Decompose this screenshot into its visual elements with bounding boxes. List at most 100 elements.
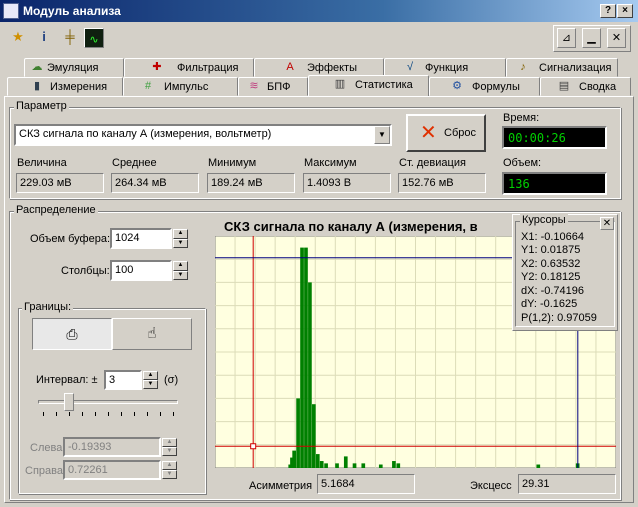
close-icon: ✕	[602, 218, 612, 229]
tab-impulse[interactable]: # Импульс	[123, 77, 238, 96]
histogram-bar	[292, 450, 296, 468]
tab-summary[interactable]: ▤ Сводка	[540, 77, 631, 96]
spin-up-icon[interactable]: ▲	[162, 438, 177, 447]
close-button[interactable]: ×	[617, 4, 633, 18]
close-icon: ✕	[611, 32, 622, 44]
time-label: Время:	[503, 112, 540, 124]
stat-value-max: 1.4093 В	[303, 173, 391, 193]
toolbar-info-button[interactable]: i	[33, 27, 55, 49]
asymmetry-value: 5.1684	[317, 474, 415, 494]
tab-signaling[interactable]: ♪ Сигнализация	[506, 58, 618, 77]
interval-slider-track[interactable]	[38, 400, 178, 404]
histogram-bar	[378, 464, 383, 468]
parameter-select[interactable]: СКЗ сигнала по каналу А (измерения, воль…	[14, 124, 392, 146]
tab-formulas[interactable]: ⚙ Формулы	[429, 77, 540, 96]
tab-fft[interactable]: ≋ БПФ	[238, 77, 308, 96]
stat-value-value: 229.03 мВ	[16, 173, 104, 193]
app-icon	[3, 3, 19, 19]
close-panel-button[interactable]: ✕	[607, 28, 626, 48]
measure-icon: ▮	[33, 80, 41, 92]
spin-up-icon[interactable]: ▲	[173, 229, 188, 239]
bounds-manual-button[interactable]: ☝	[112, 318, 192, 350]
info-icon: i	[42, 29, 46, 44]
histogram-bar	[352, 463, 357, 468]
spin-up-icon[interactable]: ▲	[143, 371, 158, 380]
columns-label: Столбцы:	[61, 265, 110, 277]
slider-tick	[43, 412, 44, 416]
window-title: Модуль анализа	[23, 4, 121, 18]
cursors-title: Курсоры	[520, 214, 568, 226]
slider-tick	[160, 412, 161, 416]
buffer-label: Объем буфера:	[30, 233, 110, 245]
interval-label: Интервал: ±	[36, 374, 98, 386]
cursor-x1: X1: -0.10664	[521, 231, 584, 243]
buffer-spinner[interactable]: ▲ ▼	[172, 229, 188, 248]
spin-up-icon[interactable]: ▲	[162, 461, 177, 470]
hand-icon: ☝	[147, 325, 157, 342]
toolbar-cursor-button[interactable]: ╪	[59, 27, 81, 49]
columns-input[interactable]: 100	[110, 260, 172, 281]
bounds-auto-button[interactable]: ⎙	[32, 318, 112, 350]
histogram-bar	[300, 247, 304, 468]
help-button[interactable]: ?	[600, 4, 616, 18]
left-bound-input[interactable]: -0.19393	[63, 437, 161, 457]
title-bar[interactable]: Модуль анализа ? ×	[0, 0, 638, 22]
excess-label: Эксцесс	[470, 480, 512, 492]
interval-slider-thumb[interactable]	[64, 393, 74, 411]
function-icon: √	[406, 61, 414, 73]
slider-ticks	[38, 412, 178, 416]
minimize-icon: ▁	[587, 32, 596, 44]
volume-label: Объем:	[503, 157, 542, 169]
stat-label-stddev: Ст. девиация	[399, 157, 466, 169]
toolbar-scope-button[interactable]: ∿	[84, 28, 104, 48]
spin-down-icon[interactable]: ▼	[173, 238, 188, 248]
cursors-panel[interactable]: Курсоры ✕ X1: -0.10664 Y1: 0.01875 X2: 0…	[512, 214, 618, 331]
time-display: 00:00:26	[502, 126, 607, 149]
slider-tick	[82, 412, 83, 416]
chevron-down-icon: ▼	[378, 130, 386, 139]
slider-tick	[147, 412, 148, 416]
toolbar-star-button[interactable]: ★	[7, 27, 29, 49]
histogram-bar	[296, 398, 300, 468]
slider-tick	[95, 412, 96, 416]
dock-button[interactable]: ⊿	[557, 28, 576, 48]
histogram-bar	[304, 247, 308, 468]
right-bound-spinner[interactable]: ▲ ▼	[161, 461, 177, 479]
cursor-y1: Y1: 0.01875	[521, 244, 581, 256]
interval-input[interactable]: 3	[104, 370, 142, 390]
right-bound-input[interactable]: 0.72261	[63, 460, 161, 480]
asymmetry-label: Асимметрия	[249, 480, 313, 492]
columns-spinner[interactable]: ▲ ▼	[172, 261, 188, 280]
stat-label-mean: Среднее	[112, 157, 157, 169]
bounds-group-title: Границы:	[22, 301, 74, 313]
interval-spinner[interactable]: ▲ ▼	[142, 371, 158, 389]
slider-tick	[108, 412, 109, 416]
histogram-bar	[361, 463, 366, 468]
spin-down-icon[interactable]: ▼	[162, 447, 177, 456]
chart-title: СКЗ сигнала по каналу А (измерения, в	[224, 219, 478, 234]
spin-down-icon[interactable]: ▼	[143, 380, 158, 389]
stat-value-stddev: 152.76 мВ	[398, 173, 486, 193]
tab-filtering[interactable]: ✚ Фильтрация	[124, 58, 254, 77]
buffer-input[interactable]: 1024	[110, 228, 172, 249]
slider-tick	[173, 412, 174, 416]
slider-tick	[69, 412, 70, 416]
minimize-button[interactable]: ▁	[582, 28, 601, 48]
spin-up-icon[interactable]: ▲	[173, 261, 188, 271]
tab-emulation[interactable]: ☁ Эмуляция	[24, 58, 124, 77]
tab-statistics[interactable]: ▥ Статистика	[308, 75, 429, 96]
distribution-group-title: Распределение	[14, 204, 98, 216]
filter-icon: ✚	[152, 61, 162, 73]
cursors-close-button[interactable]: ✕	[600, 217, 614, 230]
reset-button[interactable]: ✕ Сброс	[406, 114, 486, 152]
histogram-bar	[315, 454, 320, 468]
tab-measurements[interactable]: ▮ Измерения	[7, 77, 123, 96]
spin-down-icon[interactable]: ▼	[162, 470, 177, 479]
sigma-label: (σ)	[164, 374, 179, 386]
left-bound-spinner[interactable]: ▲ ▼	[161, 438, 177, 456]
cursor-1-marker	[250, 443, 257, 450]
volume-display: 136	[502, 172, 607, 195]
histogram-bar	[312, 404, 316, 468]
parameter-dropdown-button[interactable]: ▼	[374, 126, 390, 144]
spin-down-icon[interactable]: ▼	[173, 270, 188, 280]
